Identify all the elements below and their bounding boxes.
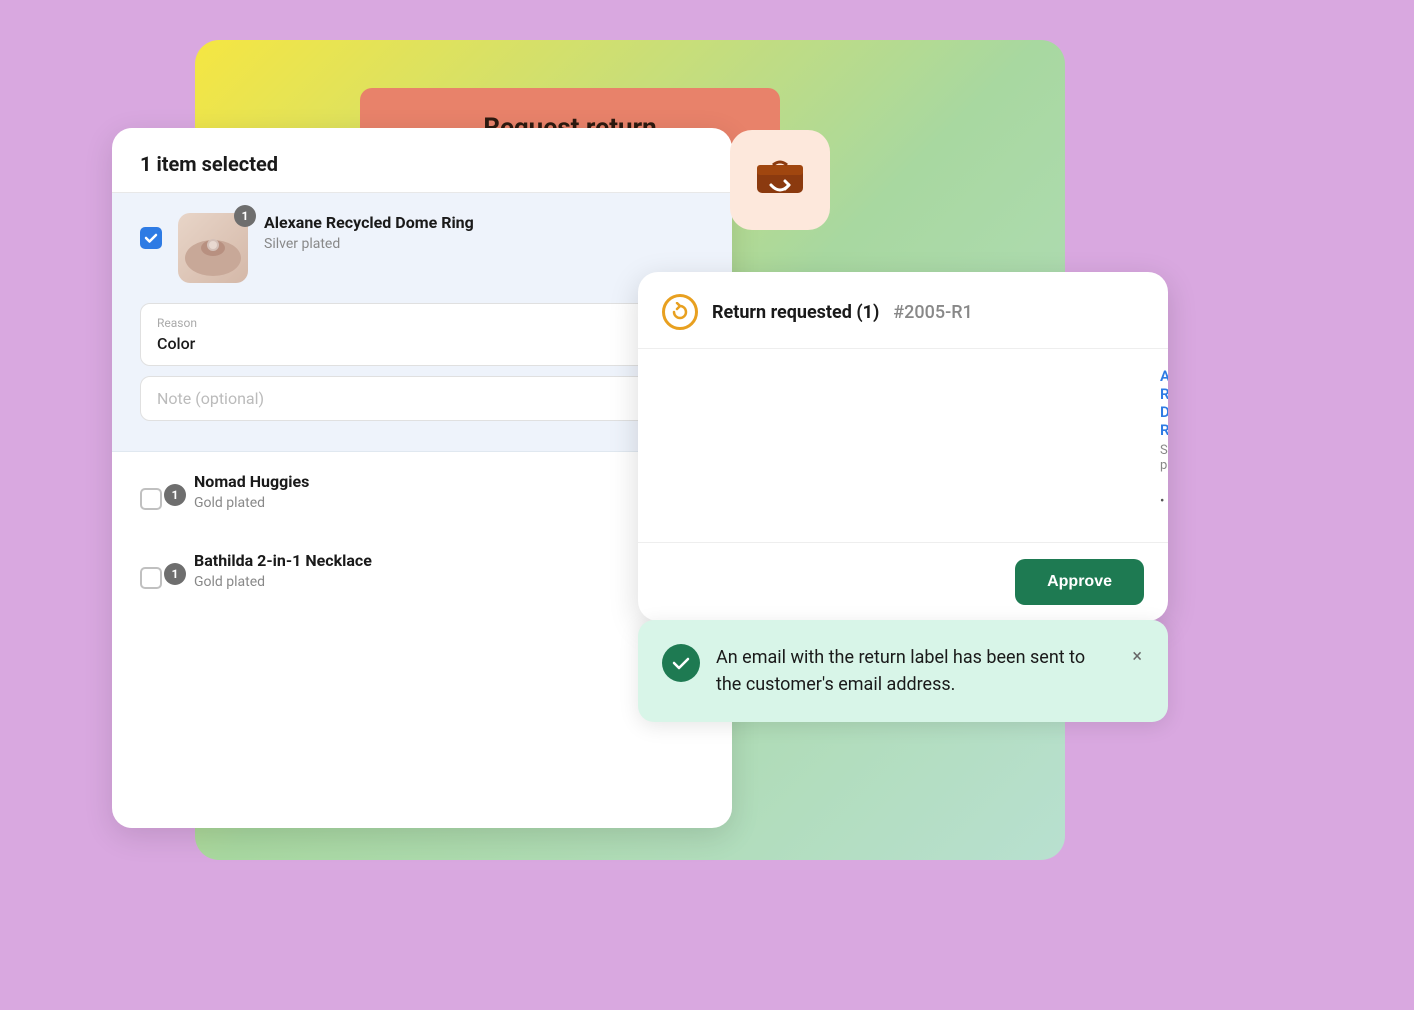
item-2-checkbox[interactable]: [140, 488, 162, 510]
note-placeholder: Note (optional): [157, 389, 687, 408]
return-item-reason: • Return reason: Color: [1160, 479, 1168, 524]
success-notification: An email with the return label has been …: [638, 620, 1168, 722]
return-order-id: #2005-R1: [893, 302, 972, 323]
return-item-row: 1 Alexane Recycled Dome Ring Silver plat…: [638, 349, 1168, 542]
item-3-name: Bathilda 2-in-1 Necklace: [194, 551, 704, 570]
notification-close-button[interactable]: ×: [1130, 644, 1144, 669]
approve-button[interactable]: Approve: [1015, 559, 1144, 605]
return-card-header: Return requested (1) #2005-R1: [638, 272, 1168, 349]
return-item-details: Alexane Recycled Dome Ring Silver plated…: [1160, 367, 1168, 524]
item-1-image-wrap: 1: [178, 213, 248, 283]
item-3-badge: 1: [164, 563, 186, 585]
main-card-header: 1 item selected: [112, 128, 732, 193]
item-3-info: Bathilda 2-in-1 Necklace Gold plated: [194, 551, 704, 590]
item-2-info: Nomad Huggies Gold plated: [194, 472, 704, 511]
checkmark-icon: [144, 231, 158, 245]
checkmark-success-icon: [670, 652, 692, 674]
item-1-name: Alexane Recycled Dome Ring: [264, 213, 704, 232]
item-1-badge: 1: [234, 205, 256, 227]
item-1-info: Alexane Recycled Dome Ring Silver plated: [264, 213, 704, 252]
reason-value: Color: [157, 334, 687, 353]
item-3-variant: Gold plated: [194, 574, 704, 590]
reason-label: Reason: [157, 316, 687, 330]
return-item-name-link[interactable]: Alexane Recycled Dome Ring: [1160, 367, 1168, 439]
bullet-icon: •: [1160, 494, 1164, 509]
item-2-variant: Gold plated: [194, 495, 704, 511]
note-field-box[interactable]: Note (optional): [140, 376, 704, 421]
return-title: Return requested (1): [712, 302, 879, 323]
return-circle-arrow-icon: [670, 302, 690, 322]
return-requested-card: Return requested (1) #2005-R1 1 Alexane …: [638, 272, 1168, 621]
return-card-footer: Approve: [638, 542, 1168, 621]
item-3-checkbox[interactable]: [140, 567, 162, 589]
return-box-icon: [751, 151, 809, 209]
items-selected-count: 1 item selected: [140, 152, 278, 176]
item-2-badge: 1: [164, 484, 186, 506]
return-item-variant: Silver plated: [1160, 443, 1168, 473]
return-status-icon: [662, 294, 698, 330]
item-1-checkbox[interactable]: [140, 227, 162, 249]
success-check-icon: [662, 644, 700, 682]
item-1-variant: Silver plated: [264, 236, 704, 252]
reason-field-box[interactable]: Reason Color: [140, 303, 704, 366]
success-message: An email with the return label has been …: [716, 644, 1114, 698]
app-icon-container: [730, 130, 830, 230]
item-2-name: Nomad Huggies: [194, 472, 704, 491]
